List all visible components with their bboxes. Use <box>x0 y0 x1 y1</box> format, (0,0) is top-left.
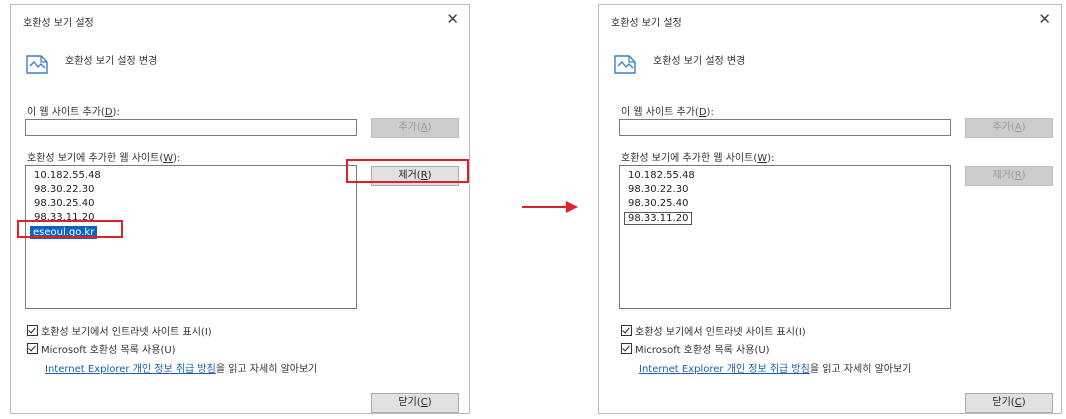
dialog-title: 호환성 보기 설정 <box>23 18 94 29</box>
compat-view-dialog-after: 호환성 보기 설정 ✕ 호환성 보기 설정 변경 이 웹 사이트 추가(D): … <box>598 4 1062 414</box>
title-bar: 호환성 보기 설정 ✕ <box>599 5 1061 35</box>
compat-view-dialog-before: 호환성 보기 설정 ✕ 호환성 보기 설정 변경 이 웹 사이트 추가(D): … <box>10 4 470 414</box>
add-site-label: 이 웹 사이트 추가(D): <box>621 107 714 118</box>
checkbox-checked-icon[interactable] <box>27 325 38 336</box>
add-site-input[interactable] <box>619 119 951 136</box>
list-item[interactable]: 10.182.55.48 <box>34 170 101 181</box>
add-site-label: 이 웹 사이트 추가(D): <box>27 107 120 118</box>
checkbox-checked-icon[interactable] <box>621 343 632 354</box>
checkbox-checked-icon[interactable] <box>621 325 632 336</box>
list-item[interactable]: 98.30.22.30 <box>34 184 94 195</box>
remove-button[interactable]: 제거(R) <box>965 166 1053 186</box>
site-list-label: 호환성 보기에 추가한 웹 사이트(W): <box>621 153 775 164</box>
privacy-policy-link[interactable]: Internet Explorer 개인 정보 취급 방침 <box>639 364 810 375</box>
site-list[interactable]: 10.182.55.48 98.30.22.30 98.30.25.40 98.… <box>619 165 951 309</box>
close-button[interactable]: 닫기(C) <box>371 393 459 413</box>
add-button[interactable]: 추가(A) <box>965 118 1053 138</box>
site-list-label: 호환성 보기에 추가한 웹 사이트(W): <box>27 153 181 164</box>
list-item[interactable]: 98.30.22.30 <box>628 184 688 195</box>
privacy-link-row: Internet Explorer 개인 정보 취급 방침을 읽고 자세히 알아… <box>45 364 318 375</box>
dialog-header: 호환성 보기 설정 변경 <box>653 56 746 67</box>
highlight-remove-button <box>346 159 469 183</box>
right-arrow-icon <box>522 201 578 213</box>
close-icon[interactable]: ✕ <box>446 10 459 28</box>
compat-view-icon <box>614 55 636 74</box>
checkbox-checked-icon[interactable] <box>27 343 38 354</box>
list-item[interactable]: 98.30.25.40 <box>34 198 94 209</box>
intranet-sites-checkbox[interactable]: 호환성 보기에서 인트라넷 사이트 표시(I) <box>27 323 212 338</box>
list-item[interactable]: 98.30.25.40 <box>628 198 688 209</box>
title-bar: 호환성 보기 설정 ✕ <box>11 5 469 35</box>
close-button[interactable]: 닫기(C) <box>965 393 1053 413</box>
add-button[interactable]: 추가(A) <box>371 118 459 138</box>
intranet-sites-checkbox[interactable]: 호환성 보기에서 인트라넷 사이트 표시(I) <box>621 323 806 338</box>
list-item-focused[interactable]: 98.33.11.20 <box>624 212 693 225</box>
privacy-policy-link[interactable]: Internet Explorer 개인 정보 취급 방침 <box>45 364 216 375</box>
highlight-selected-site <box>17 220 123 238</box>
microsoft-compat-list-checkbox[interactable]: Microsoft 호환성 목록 사용(U) <box>27 341 176 356</box>
dialog-title: 호환성 보기 설정 <box>611 18 682 29</box>
privacy-link-row: Internet Explorer 개인 정보 취급 방침을 읽고 자세히 알아… <box>639 364 912 375</box>
microsoft-compat-list-checkbox[interactable]: Microsoft 호환성 목록 사용(U) <box>621 341 770 356</box>
list-item[interactable]: 10.182.55.48 <box>628 170 695 181</box>
add-site-input[interactable] <box>25 119 357 136</box>
compat-view-icon <box>26 55 48 74</box>
close-icon[interactable]: ✕ <box>1038 10 1051 28</box>
dialog-header: 호환성 보기 설정 변경 <box>65 56 158 67</box>
